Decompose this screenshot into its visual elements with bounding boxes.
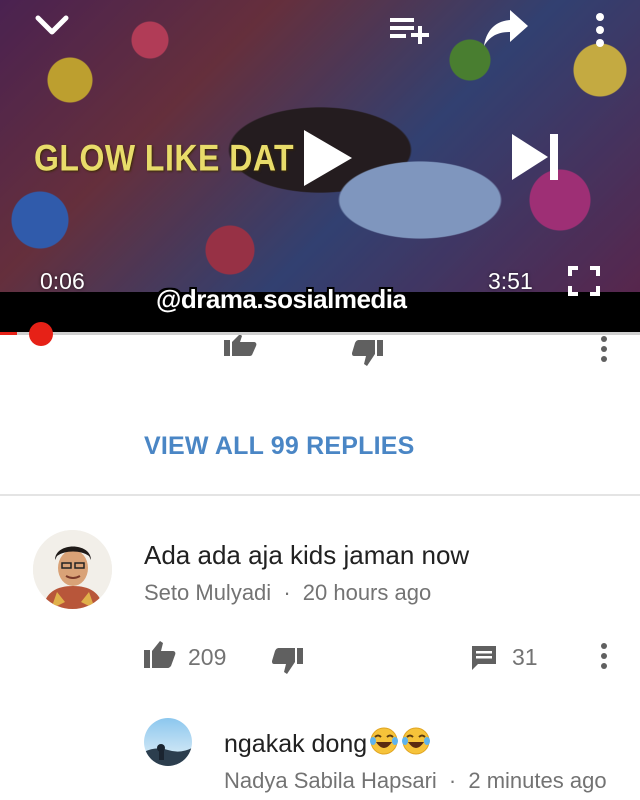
thumb-up-icon[interactable]	[144, 640, 176, 668]
comment-icon[interactable]	[470, 644, 498, 672]
video-player[interactable]: GLOW LIKE DAT 0:06 3:51 @drama.sosialmed…	[0, 0, 640, 335]
comment-text: Ada ada aja kids jaman now	[144, 540, 470, 570]
comment-author[interactable]: Seto Mulyadi	[144, 580, 271, 605]
divider	[0, 494, 640, 496]
watermark-text: @drama.sosialmedia	[156, 284, 407, 314]
reply-author[interactable]: Nadya Sabila Hapsari	[224, 768, 437, 793]
avatar[interactable]	[33, 530, 112, 609]
avatar[interactable]	[144, 718, 192, 766]
reply-timestamp: 2 minutes ago	[468, 768, 607, 793]
thumb-down-icon[interactable]	[272, 646, 304, 676]
more-vert-icon[interactable]	[598, 336, 610, 362]
total-duration: 3:51	[488, 268, 533, 294]
thumb-up-icon[interactable]	[222, 334, 258, 358]
comment-timestamp: 20 hours ago	[302, 580, 432, 605]
current-time: 0:06	[40, 268, 85, 294]
thumb-down-icon[interactable]	[352, 338, 384, 368]
meta-separator: ·	[448, 768, 457, 793]
more-vert-icon[interactable]	[588, 12, 612, 48]
play-icon[interactable]	[300, 128, 354, 188]
progress-fill	[0, 332, 17, 335]
share-icon[interactable]	[482, 8, 530, 48]
comment-meta: Seto Mulyadi · 20 hours ago	[144, 580, 431, 606]
video-caption-text: GLOW LIKE DAT	[34, 137, 295, 179]
reply-message: ngakak dong	[224, 730, 368, 758]
meta-separator: ·	[283, 580, 291, 605]
more-vert-icon[interactable]	[598, 643, 610, 669]
add-to-playlist-icon[interactable]	[388, 14, 432, 46]
progress-scrubber-handle[interactable]	[29, 322, 53, 346]
chevron-down-icon[interactable]	[34, 12, 70, 40]
reply-count: 31	[512, 644, 538, 670]
fullscreen-icon[interactable]	[568, 266, 600, 296]
laughing-emoji-icon	[369, 726, 399, 763]
like-count: 209	[188, 644, 227, 670]
progress-bar[interactable]	[0, 332, 640, 335]
reply-meta: Nadya Sabila Hapsari · 2 minutes ago	[224, 768, 607, 794]
laughing-emoji-icon	[401, 726, 431, 763]
reply-text: ngakak dong 😂😂	[224, 726, 431, 763]
view-all-replies-link[interactable]: VIEW ALL 99 REPLIES	[144, 432, 415, 461]
skip-next-icon[interactable]	[510, 132, 562, 182]
